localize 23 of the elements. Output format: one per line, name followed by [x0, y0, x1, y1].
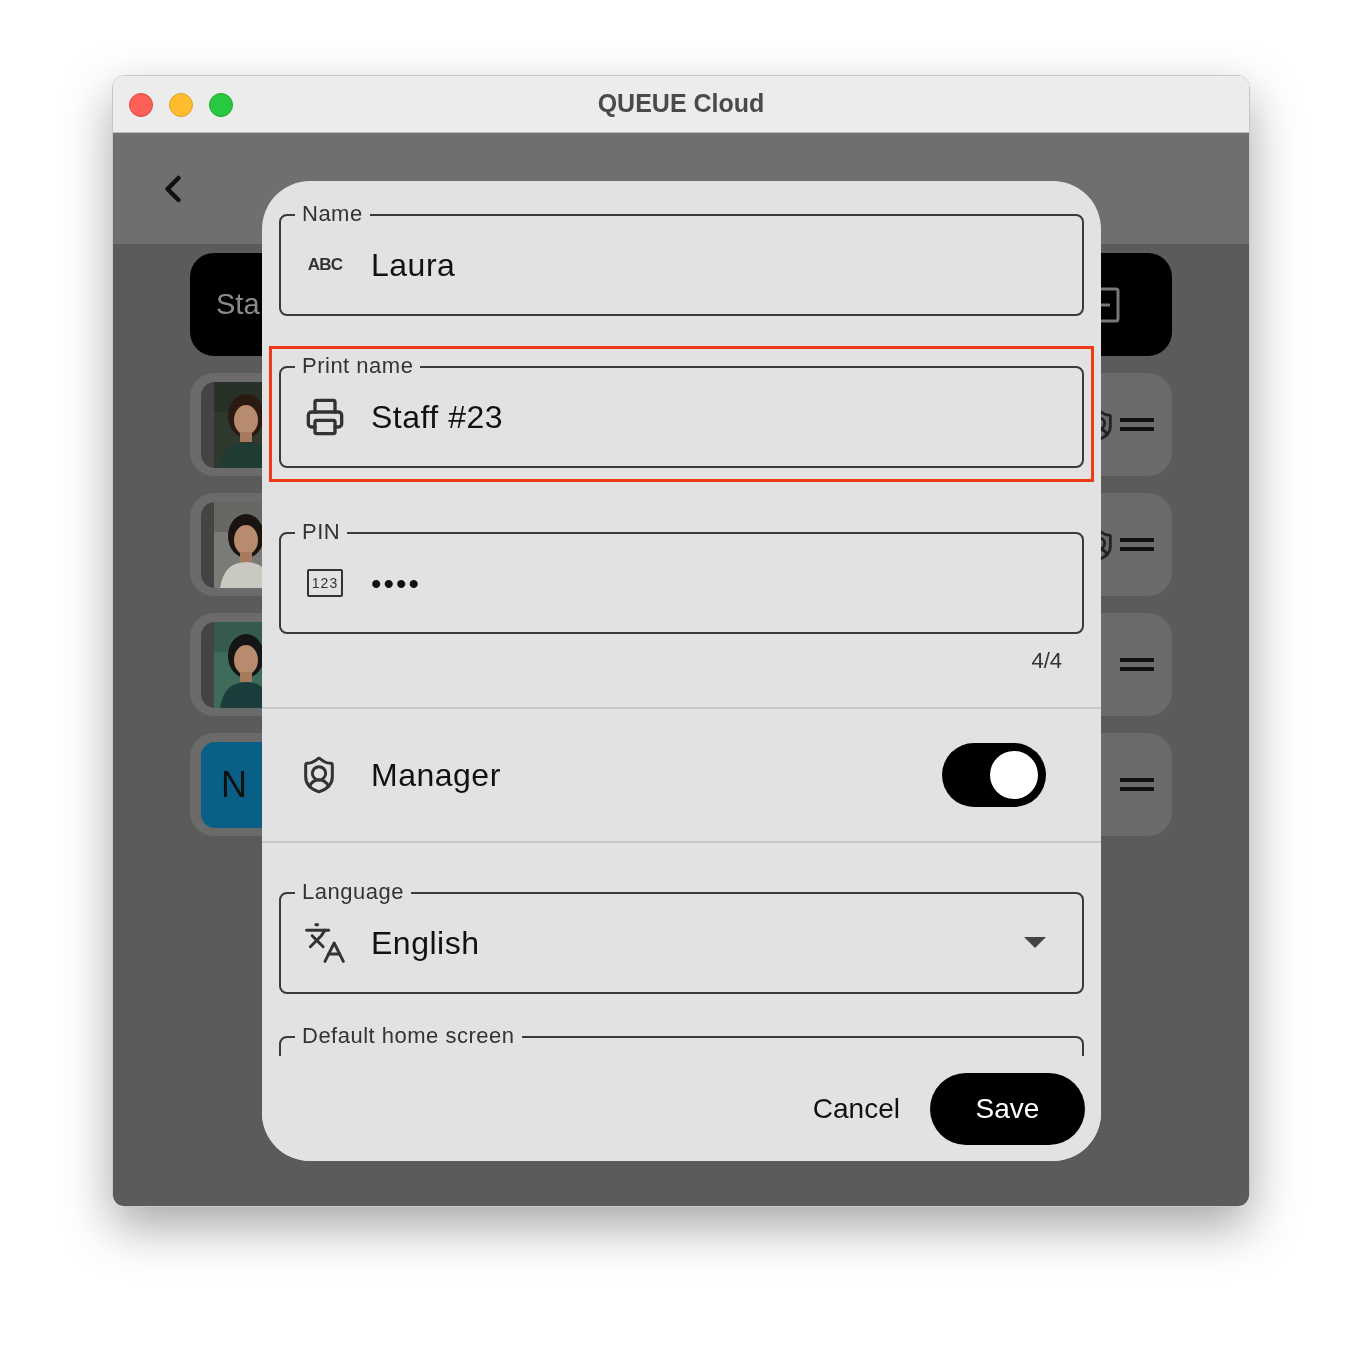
cancel-button[interactable]: Cancel: [810, 1087, 902, 1130]
printer-icon: [305, 397, 345, 437]
avatar-initial: N: [221, 762, 247, 807]
card-title: Sta: [216, 286, 260, 322]
field-value: ••••: [371, 565, 421, 602]
maximize-window-button[interactable]: [209, 93, 233, 117]
close-window-button[interactable]: [129, 93, 153, 117]
window-title: QUEUE Cloud: [597, 88, 765, 120]
numeric-icon: 123: [306, 569, 344, 597]
abc-icon: ABC: [307, 252, 343, 278]
drag-handle-icon[interactable]: [1120, 537, 1154, 552]
drag-handle-icon[interactable]: [1120, 777, 1154, 792]
save-button[interactable]: Save: [930, 1072, 1085, 1145]
field-value: Laura: [371, 246, 456, 285]
dropdown-caret-icon: [1024, 937, 1046, 949]
drag-handle-icon[interactable]: [1120, 657, 1154, 672]
switch-thumb: [990, 751, 1038, 799]
translate-icon: [303, 921, 347, 965]
drag-handle-icon[interactable]: [1120, 417, 1154, 432]
field-value: Staff #23: [371, 398, 503, 437]
field-value: English: [371, 924, 480, 963]
manager-label: Manager: [371, 756, 501, 795]
character-counter: 4/4: [1031, 647, 1062, 675]
